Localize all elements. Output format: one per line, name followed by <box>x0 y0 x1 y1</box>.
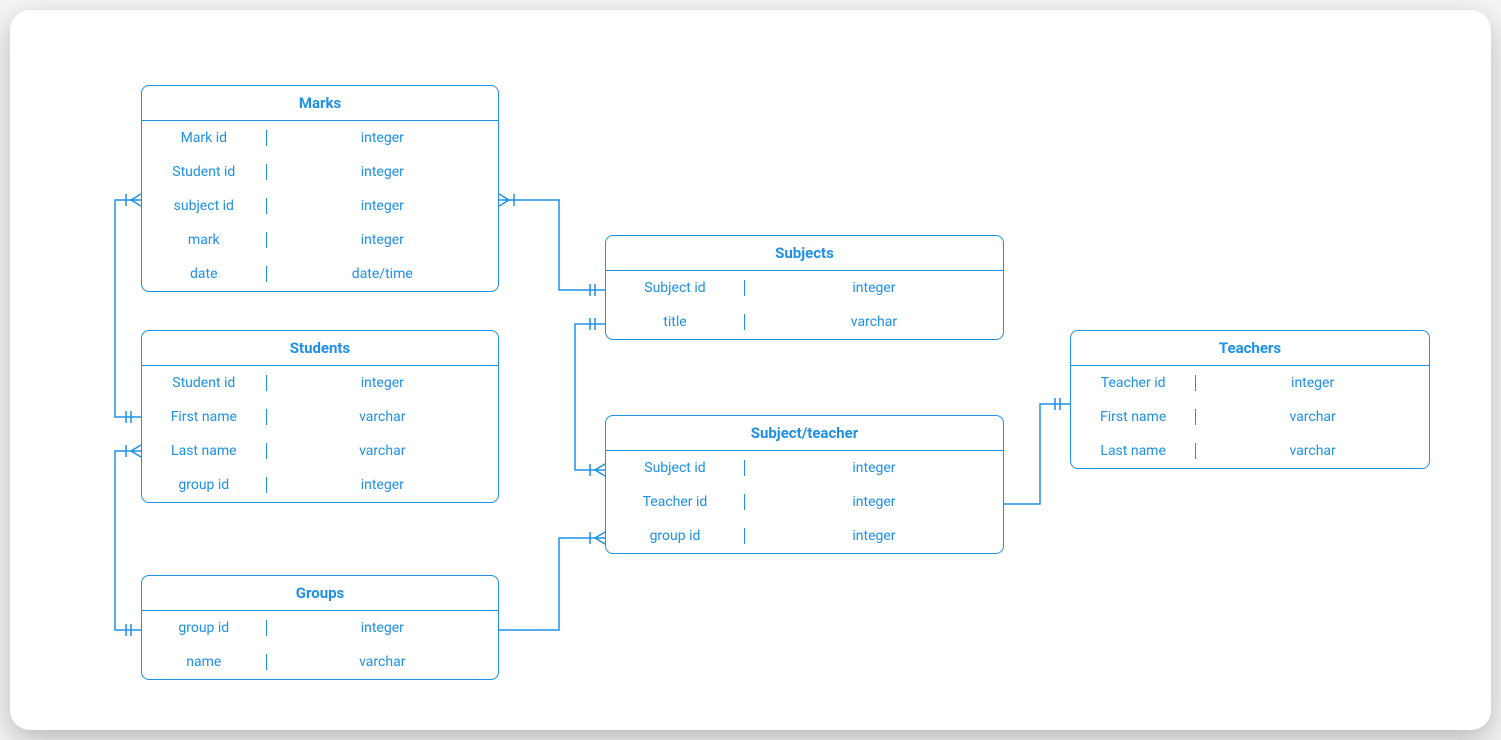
entity-title: Teachers <box>1071 331 1429 366</box>
attr-type: integer <box>267 164 498 180</box>
attr-type: integer <box>267 130 498 146</box>
table-row: Subject id integer <box>606 271 1003 305</box>
attr-type: integer <box>267 375 498 391</box>
attr-name: Student id <box>142 375 267 391</box>
attr-type: varchar <box>1196 409 1429 425</box>
attr-type: integer <box>267 477 498 493</box>
attr-name: group id <box>606 528 745 544</box>
entity-title: Students <box>142 331 498 366</box>
table-row: Last name varchar <box>142 434 498 468</box>
attr-name: Teacher id <box>1071 375 1196 391</box>
attr-name: Last name <box>142 443 267 459</box>
attr-name: First name <box>1071 409 1196 425</box>
table-row: Student id integer <box>142 155 498 189</box>
entity-groups[interactable]: Groups group id integer name varchar <box>141 575 499 680</box>
table-row: date date/time <box>142 257 498 291</box>
attr-name: mark <box>142 232 267 248</box>
table-row: name varchar <box>142 645 498 679</box>
attr-type: date/time <box>267 266 498 282</box>
attr-name: Teacher id <box>606 494 745 510</box>
attr-type: integer <box>745 460 1003 476</box>
table-row: group id integer <box>142 611 498 645</box>
attr-type: integer <box>267 232 498 248</box>
table-row: title varchar <box>606 305 1003 339</box>
attr-name: Subject id <box>606 280 745 296</box>
attr-name: Subject id <box>606 460 745 476</box>
entity-title: Marks <box>142 86 498 121</box>
attr-name: group id <box>142 620 267 636</box>
entity-subject-teacher[interactable]: Subject/teacher Subject id integer Teach… <box>605 415 1004 554</box>
table-row: Subject id integer <box>606 451 1003 485</box>
attr-name: title <box>606 314 745 330</box>
attr-type: integer <box>745 528 1003 544</box>
attr-name: Last name <box>1071 443 1196 459</box>
attr-type: integer <box>745 494 1003 510</box>
attr-name: Mark id <box>142 130 267 146</box>
table-row: subject id integer <box>142 189 498 223</box>
attr-type: integer <box>267 620 498 636</box>
attr-name: Student id <box>142 164 267 180</box>
attr-name: date <box>142 266 267 282</box>
entity-marks[interactable]: Marks Mark id integer Student id integer… <box>141 85 499 292</box>
table-row: Student id integer <box>142 366 498 400</box>
entity-teachers[interactable]: Teachers Teacher id integer First name v… <box>1070 330 1430 469</box>
table-row: group id integer <box>606 519 1003 553</box>
table-row: group id integer <box>142 468 498 502</box>
table-row: First name varchar <box>142 400 498 434</box>
table-row: mark integer <box>142 223 498 257</box>
table-row: Mark id integer <box>142 121 498 155</box>
entity-title: Subjects <box>606 236 1003 271</box>
attr-name: First name <box>142 409 267 425</box>
attr-type: varchar <box>267 409 498 425</box>
table-row: First name varchar <box>1071 400 1429 434</box>
attr-type: varchar <box>267 443 498 459</box>
attr-name: group id <box>142 477 267 493</box>
attr-type: varchar <box>267 654 498 670</box>
entity-title: Subject/teacher <box>606 416 1003 451</box>
table-row: Teacher id integer <box>1071 366 1429 400</box>
entity-students[interactable]: Students Student id integer First name v… <box>141 330 499 503</box>
attr-type: integer <box>267 198 498 214</box>
attr-type: varchar <box>745 314 1003 330</box>
entity-subjects[interactable]: Subjects Subject id integer title varcha… <box>605 235 1004 340</box>
table-row: Last name varchar <box>1071 434 1429 468</box>
entity-title: Groups <box>142 576 498 611</box>
attr-type: integer <box>745 280 1003 296</box>
er-diagram-canvas: Marks Mark id integer Student id integer… <box>10 10 1491 730</box>
attr-name: name <box>142 654 267 670</box>
attr-name: subject id <box>142 198 267 214</box>
attr-type: integer <box>1196 375 1429 391</box>
table-row: Teacher id integer <box>606 485 1003 519</box>
attr-type: varchar <box>1196 443 1429 459</box>
